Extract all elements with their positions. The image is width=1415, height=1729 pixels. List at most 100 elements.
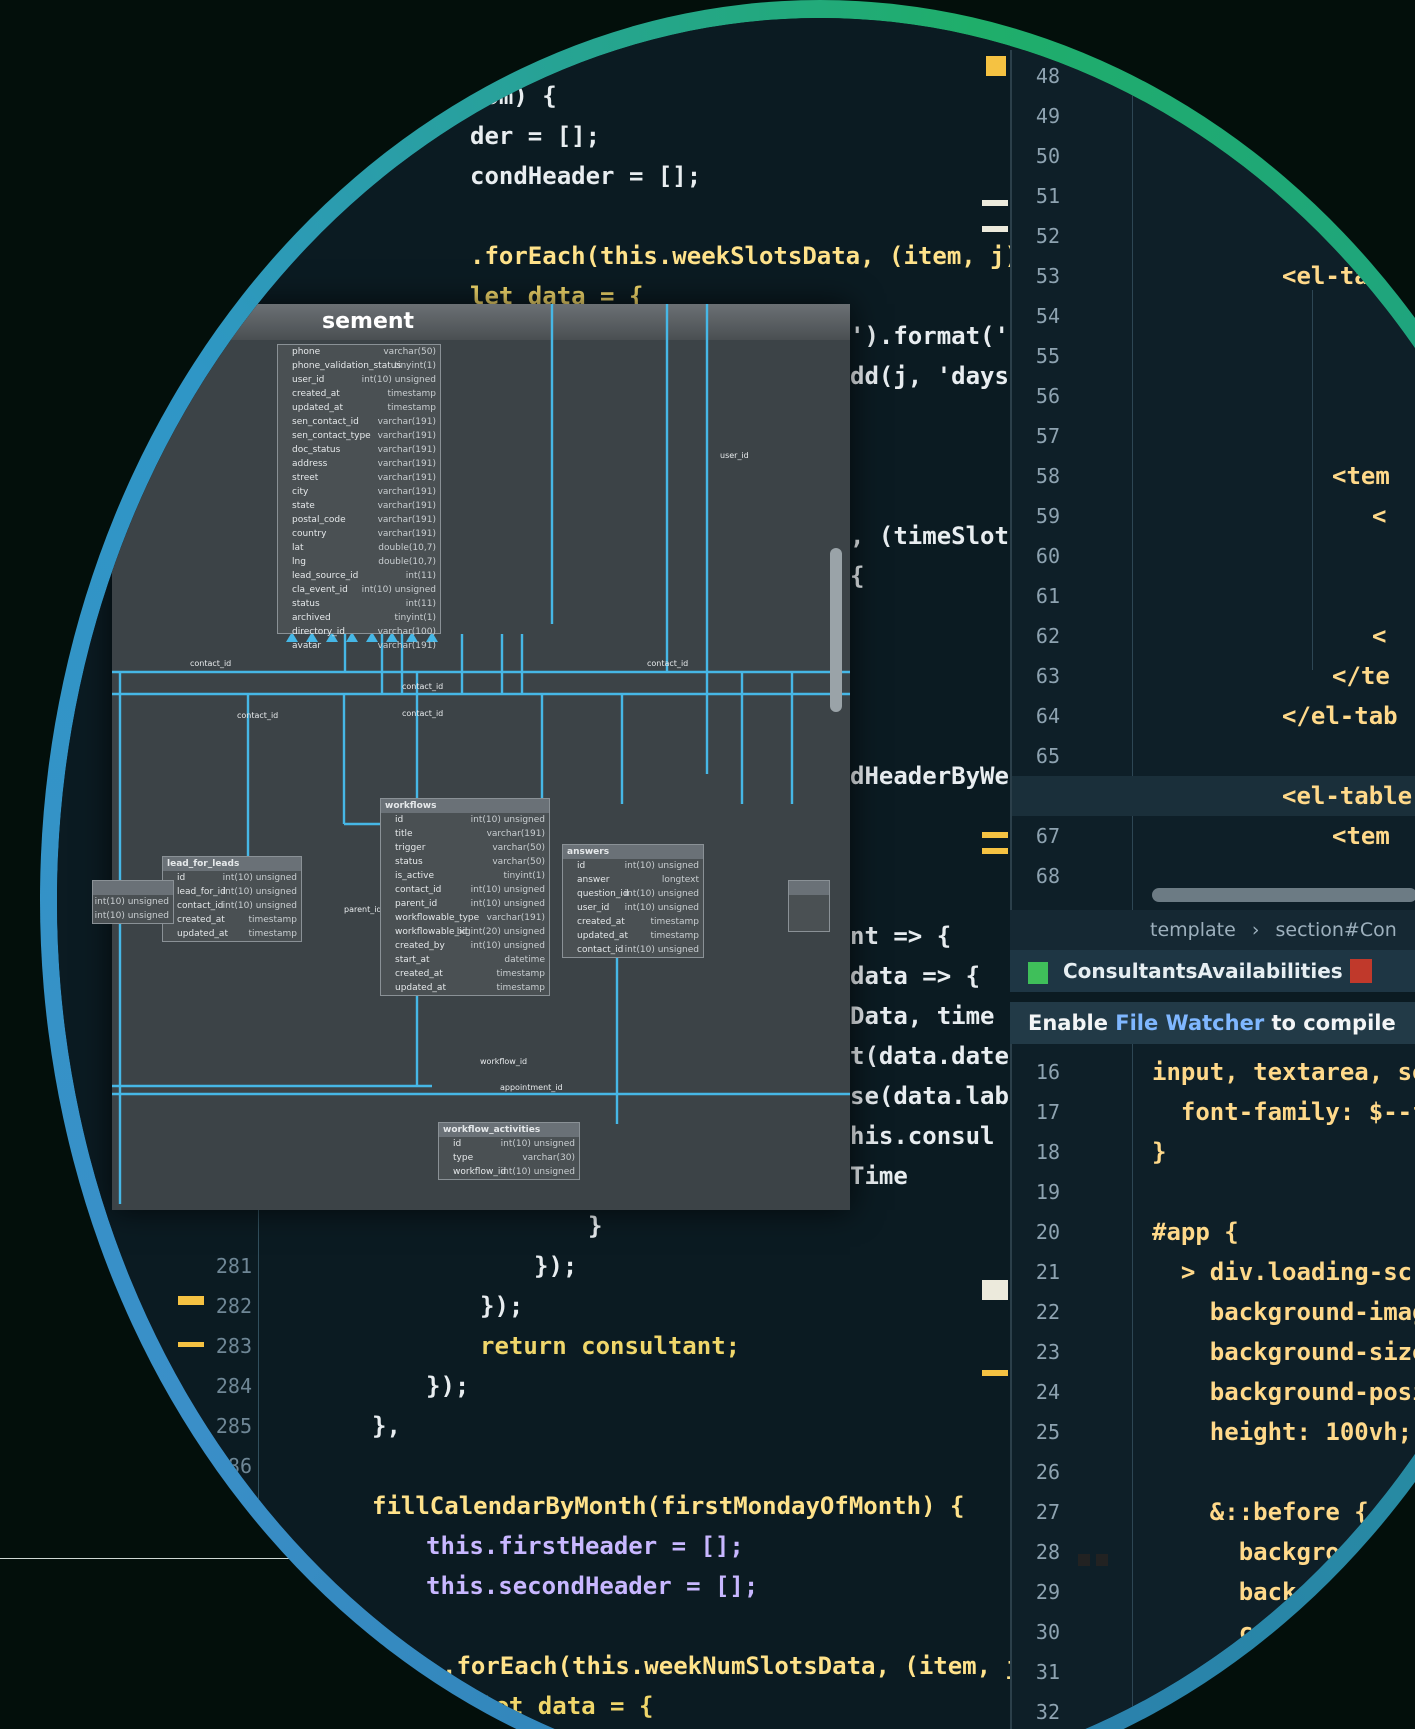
- code-bottom-block: } }); }); return consultant; }); }, fill…: [372, 1206, 1063, 1726]
- table-row: created_at timestamp: [381, 967, 549, 981]
- column-type: int(10) unsigned: [624, 861, 699, 871]
- breadcrumb-separator: ›: [1251, 919, 1260, 941]
- column-type: bigint(20) unsigned: [456, 927, 545, 937]
- code-line: this.secondHeader = [];: [426, 1572, 759, 1600]
- column-type: tinyint(1): [503, 871, 545, 881]
- code-line: font-family: $--fo: [1152, 1098, 1415, 1126]
- code-line: background-siz: [1152, 1578, 1415, 1606]
- column-name: created_at: [292, 389, 340, 399]
- code-line: &::before {: [1152, 1498, 1369, 1526]
- code-line: this.firstHeader = [];: [426, 1532, 744, 1560]
- column-type: tinyint(1): [394, 613, 436, 623]
- table-row: workflowable_id bigint(20) unsigned: [381, 925, 549, 939]
- breadcrumb-item[interactable]: section#Con: [1275, 919, 1396, 941]
- code-line: background-ima: [1152, 1538, 1415, 1566]
- column-type: varchar(50): [492, 857, 545, 867]
- table-row: workflow_id int(10) unsigned: [439, 1165, 579, 1179]
- line-number: 18: [1035, 1140, 1060, 1164]
- column-name: contact_id: [577, 945, 624, 955]
- table-row: postal_code varchar(191): [278, 513, 440, 527]
- code-line: se(data.lab: [850, 1082, 1009, 1110]
- table-row: id int(10) unsigned: [439, 1137, 579, 1151]
- erd-table-workflows[interactable]: workflows id int(10) unsigned title varchar…: [380, 798, 550, 996]
- bookmark-marker: [1096, 1554, 1108, 1566]
- column-type: int(10) unsigned: [470, 885, 545, 895]
- table-row: updated_at timestamp: [563, 929, 703, 943]
- code-line: }: [1152, 1138, 1167, 1166]
- erd-scrollbar-thumb[interactable]: [830, 548, 842, 712]
- code-block: input, textarea, sel font-family: $--fo}…: [1152, 1052, 1415, 1729]
- scss-code-editor[interactable]: 16 17 18 19 20 21 22 23 24 25 26 27 28 29 30 31 32 input…: [1010, 1044, 1415, 1729]
- column-type: int(10) unsigned: [624, 903, 699, 913]
- column-type: longtext: [661, 875, 699, 885]
- table-row: country varchar(191): [278, 527, 440, 541]
- column-name: sen_contact_id: [292, 417, 359, 427]
- code-line: .forEach(this.weekNumSlotsData, (item, j…: [442, 1652, 1064, 1680]
- er-diagram-window[interactable]: sement contact_id contact_id contact_id …: [92, 304, 850, 1210]
- column-name: contact_id: [177, 901, 224, 911]
- table-row: id int(10) unsigned: [163, 871, 301, 885]
- table-row: workflowable_type varchar(191): [381, 911, 549, 925]
- table-row: type varchar(30): [439, 1151, 579, 1165]
- column-type: int(10) unsigned: [470, 941, 545, 951]
- code-line: cl: [1352, 182, 1381, 210]
- line-number: 286: [215, 1454, 252, 1478]
- code-line: height: 100vh;: [1152, 1418, 1413, 1446]
- breadcrumb-item[interactable]: template: [1010, 919, 1236, 941]
- table-row: title varchar(191): [381, 827, 549, 841]
- gutter-separator: [258, 1210, 259, 1530]
- code-line: ').format(': [850, 322, 1009, 350]
- tab-label: ConsultantsAvailabilities: [1062, 959, 1343, 983]
- erd-table-partial-right[interactable]: [788, 880, 830, 932]
- line-number: 282: [215, 1294, 252, 1318]
- table-row: directory_id varchar(100): [278, 625, 440, 639]
- column-name: phone: [292, 347, 321, 357]
- column-name: phone_validation_status: [292, 361, 402, 371]
- tab-consultants-availabilities[interactable]: ConsultantsAvailabilities ×: [1028, 950, 1374, 992]
- code-top-block: rom) { der = []; condHeader = []; .forEa…: [470, 76, 1091, 316]
- table-row: trigger varchar(50): [381, 841, 549, 855]
- sass-file-icon[interactable]: [1350, 959, 1372, 983]
- erd-table-answers[interactable]: answers id int(10) unsigned answer longtext…: [562, 844, 704, 958]
- column-name: cla_event_id: [292, 585, 348, 595]
- table-rows: id int(10) unsigned title varchar(191) trigg…: [381, 813, 549, 995]
- code-line: return consultant;: [480, 1332, 741, 1360]
- code-line: position: abso: [1152, 1658, 1415, 1686]
- horizontal-scrollbar[interactable]: [1152, 888, 1415, 902]
- erd-table-workflow-activities[interactable]: workflow_activities id int(10) unsigned ty…: [438, 1122, 580, 1180]
- column-type: varchar(100): [377, 627, 436, 637]
- table-row: contact_id int(10) unsigned: [381, 883, 549, 897]
- editor-tab-bar: ConsultantsAvailabilities ×: [1010, 950, 1415, 992]
- right-code-editor[interactable]: 4849505152535455565758596061626364656667…: [1010, 50, 1415, 910]
- column-name: id: [395, 815, 404, 825]
- column-name: contact_id: [395, 885, 442, 895]
- line-number: 285: [215, 1414, 252, 1438]
- table-row: id int(10) unsigned: [381, 813, 549, 827]
- column-name: lat: [292, 543, 304, 553]
- table-row: sen_contact_type varchar(191): [278, 429, 440, 443]
- table-row: is_active tinyint(1): [381, 869, 549, 883]
- erd-table-lead-for-leads[interactable]: lead_for_leads id int(10) unsigned lead_fo…: [162, 856, 302, 942]
- code-line: {: [850, 562, 865, 590]
- column-type: int(10) unsigned: [222, 873, 297, 883]
- erd-table-partial[interactable]: int(10) unsigned int(10) unsigned: [92, 880, 174, 924]
- column-name: is_active: [395, 871, 435, 881]
- erd-table-contacts[interactable]: phone varchar(50) phone_validation_statust…: [277, 344, 441, 651]
- column-type: int(10) unsigned: [624, 889, 699, 899]
- file-watcher-link[interactable]: File Watcher: [1115, 1011, 1264, 1035]
- line-number: 27: [1035, 1500, 1060, 1524]
- table-title: lead_for_leads: [163, 857, 301, 871]
- column-name: trigger: [395, 843, 426, 853]
- column-type: int(10) unsigned: [94, 897, 169, 907]
- code-line: dHeaderByWee: [850, 762, 1010, 790]
- table-row: parent_id int(10) unsigned: [381, 897, 549, 911]
- column-name: workflow_id: [453, 1167, 507, 1177]
- table-row: phone varchar(50): [278, 345, 440, 359]
- column-name: sen_contact_type: [292, 431, 371, 441]
- column-type: varchar(50): [492, 843, 545, 853]
- code-line: let data = {: [480, 1692, 654, 1720]
- scroll-marker: [982, 200, 1008, 206]
